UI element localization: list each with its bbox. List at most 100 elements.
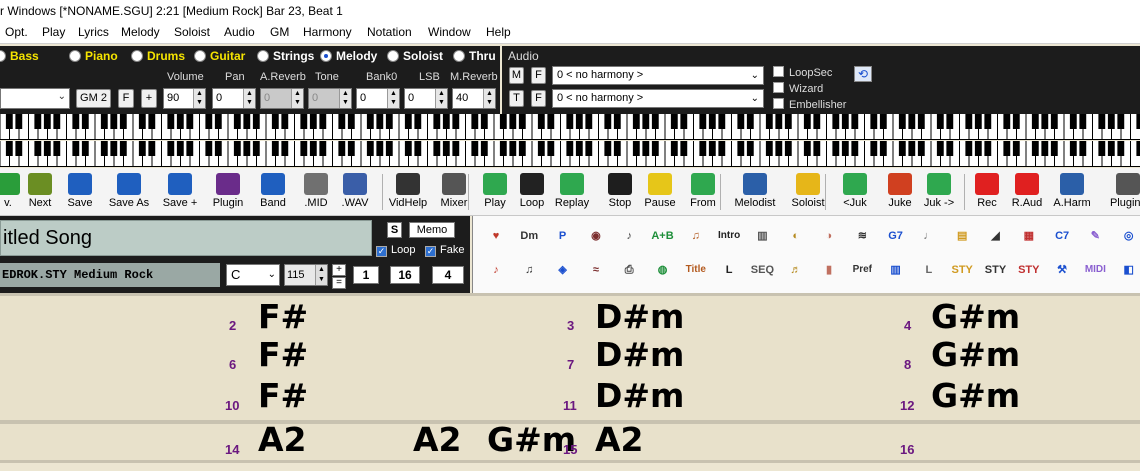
chord-cell[interactable]: G#m — [931, 376, 1020, 415]
menu-notation[interactable]: Notation — [367, 25, 412, 39]
toolbar-play-button[interactable]: Play — [475, 170, 515, 214]
spin-arrows-icon[interactable]: ▲ ▼ — [315, 265, 327, 285]
s-button[interactable]: S — [387, 222, 402, 238]
tempo-minus-button[interactable]: = — [332, 277, 346, 289]
chord-cell[interactable]: F# — [258, 335, 308, 374]
tempo-spinner[interactable]: 115 ▲ ▼ — [284, 264, 328, 286]
sax-icon[interactable]: ♪ — [616, 223, 642, 249]
part-bass[interactable]: Bass — [0, 49, 39, 63]
chord-cell[interactable]: A2 — [595, 420, 644, 459]
guitarist-icon[interactable]: ♬ — [783, 257, 809, 283]
p-icon[interactable]: P — [550, 223, 576, 249]
l-box-icon[interactable]: L — [916, 257, 942, 283]
chord-cell[interactable]: D#m — [595, 376, 684, 415]
chord-dm-icon[interactable]: Dm — [516, 223, 542, 249]
drum-icon[interactable]: ◍ — [650, 257, 676, 283]
extra-icon[interactable]: ◧ — [1116, 257, 1140, 283]
toolbar-save-button[interactable]: Save — [60, 170, 100, 214]
song-title[interactable]: itled Song — [0, 220, 372, 256]
toolbar-from-button[interactable]: From — [683, 170, 723, 214]
choruses-field[interactable]: 4 — [432, 266, 464, 284]
audio-m-button[interactable]: M — [509, 67, 524, 84]
audio-t-button[interactable]: T — [509, 90, 524, 107]
audio-disc-icon[interactable]: ◉ — [583, 223, 609, 249]
part-guitar[interactable]: Guitar — [194, 49, 245, 63]
menu-harmony[interactable]: Harmony — [303, 25, 352, 39]
mreverb-spinner[interactable]: 40 ▲ ▼ — [452, 88, 496, 109]
chord-cell[interactable]: F# — [258, 297, 308, 336]
fretboard-icon[interactable]: ▦ — [1016, 223, 1042, 249]
toolbar-next-button[interactable]: Next — [20, 170, 60, 214]
f-button[interactable]: F — [118, 89, 134, 108]
harmony-dropdown-2[interactable]: 0 < no harmony > ⌄ — [552, 89, 764, 108]
bank0-spinner[interactable]: 0 ▲ ▼ — [356, 88, 400, 109]
fader-icon[interactable]: ▮ — [816, 257, 842, 283]
part-drums[interactable]: Drums — [131, 49, 185, 63]
part-piano[interactable]: Piano — [69, 49, 118, 63]
audio-edit-icon[interactable]: ≈ — [583, 257, 609, 283]
chord-cell[interactable]: F# — [258, 376, 308, 415]
guitar-icon[interactable]: ♫ — [683, 223, 709, 249]
spin-arrows-icon[interactable]: ▲ ▼ — [483, 89, 495, 108]
piano-keyboard-lower[interactable] — [0, 141, 1140, 167]
start-bar-field[interactable]: 1 — [353, 266, 379, 284]
toolbar-pause-button[interactable]: Pause — [640, 170, 680, 214]
tone-spinner[interactable]: 0 ▲ ▼ — [308, 88, 352, 109]
toolbar-stop-button[interactable]: Stop — [600, 170, 640, 214]
chord-cell[interactable]: D#m — [595, 335, 684, 374]
spin-arrows-icon[interactable]: ▲ ▼ — [193, 89, 205, 108]
menu-opt[interactable]: Opt. — [5, 25, 28, 39]
toolbar-sty-band-button[interactable]: Band — [253, 170, 293, 214]
toolbar-midi-file-button[interactable]: .MID — [296, 170, 336, 214]
chord-cell[interactable]: A2 — [413, 420, 462, 459]
midi-icon[interactable]: MIDI — [1082, 257, 1108, 283]
menu-play[interactable]: Play — [42, 25, 65, 39]
loop-checkbox[interactable]: ✓ Loop — [376, 244, 415, 257]
toolbar-save-as-button[interactable]: Save As — [104, 170, 154, 214]
menu-window[interactable]: Window — [428, 25, 471, 39]
menu-melody[interactable]: Melody — [121, 25, 160, 39]
toolbar-juke-prev-button[interactable]: <Juk — [835, 170, 875, 214]
compass-icon[interactable]: ✎ — [1082, 223, 1108, 249]
tempo-plus-button[interactable]: + — [332, 264, 346, 276]
tools-icon[interactable]: ⚒ — [1049, 257, 1075, 283]
gm2-button[interactable]: GM 2 — [76, 89, 111, 108]
menu-audio[interactable]: Audio — [224, 25, 255, 39]
part-melody[interactable]: Melody — [320, 49, 377, 63]
part-strings[interactable]: Strings — [257, 49, 314, 63]
toolbar-juke-next-button[interactable]: Juk -> — [919, 170, 959, 214]
spin-arrows-icon[interactable]: ▲ ▼ — [243, 89, 255, 108]
chord-c7-icon[interactable]: C7 — [1049, 223, 1075, 249]
harmony-dropdown-1[interactable]: 0 < no harmony > ⌄ — [552, 66, 764, 85]
ear-icon[interactable]: ◑ — [816, 223, 842, 249]
speaker-icon[interactable]: ◈ — [550, 257, 576, 283]
spin-arrows-icon[interactable]: ▲ ▼ — [291, 89, 303, 108]
chord-cell[interactable]: D#m — [595, 297, 684, 336]
sty-red-icon[interactable]: STY — [983, 257, 1009, 283]
toolbar-melodist-button[interactable]: Melodist — [730, 170, 780, 214]
globe-icon[interactable]: ◎ — [1116, 223, 1140, 249]
toolbar-loop-button[interactable]: Loop — [512, 170, 552, 214]
heart-chord-icon[interactable]: ♥ — [483, 223, 509, 249]
toolbar-plugins-button[interactable]: Plugins — [1103, 170, 1140, 214]
spin-arrows-icon[interactable]: ▲ ▼ — [387, 89, 399, 108]
seq-icon[interactable]: SEQ — [749, 257, 775, 283]
notebook-icon[interactable]: ▤ — [949, 223, 975, 249]
audio-f2-button[interactable]: F — [531, 90, 546, 107]
notes-g7-icon[interactable]: G7 — [883, 223, 909, 249]
chord-cell[interactable]: A2 — [258, 420, 307, 459]
eighth-note-icon[interactable]: ♪ — [483, 257, 509, 283]
toolbar-replay-button[interactable]: Replay — [552, 170, 592, 214]
waveform-icon[interactable]: ≋ — [849, 223, 875, 249]
keyboard-icon[interactable]: ▥ — [749, 223, 775, 249]
printer-icon[interactable]: ⎙ — [616, 257, 642, 283]
toolbar-film-button[interactable]: VidHelp — [383, 170, 433, 214]
silhouette-icon[interactable]: ◢ — [983, 223, 1009, 249]
menu-lyrics[interactable]: Lyrics — [78, 25, 109, 39]
toolbar-daw-plugin-button[interactable]: Plugin — [208, 170, 248, 214]
toolbar-record-audio-button[interactable]: R.Aud — [1007, 170, 1047, 214]
embellisher-checkbox[interactable]: Embellisher — [773, 98, 846, 111]
toolbar-wav-file-button[interactable]: .WAV — [335, 170, 375, 214]
style-name[interactable]: EDROK.STY Medium Rock — [0, 263, 220, 287]
sty-disc-icon[interactable]: STY — [949, 257, 975, 283]
